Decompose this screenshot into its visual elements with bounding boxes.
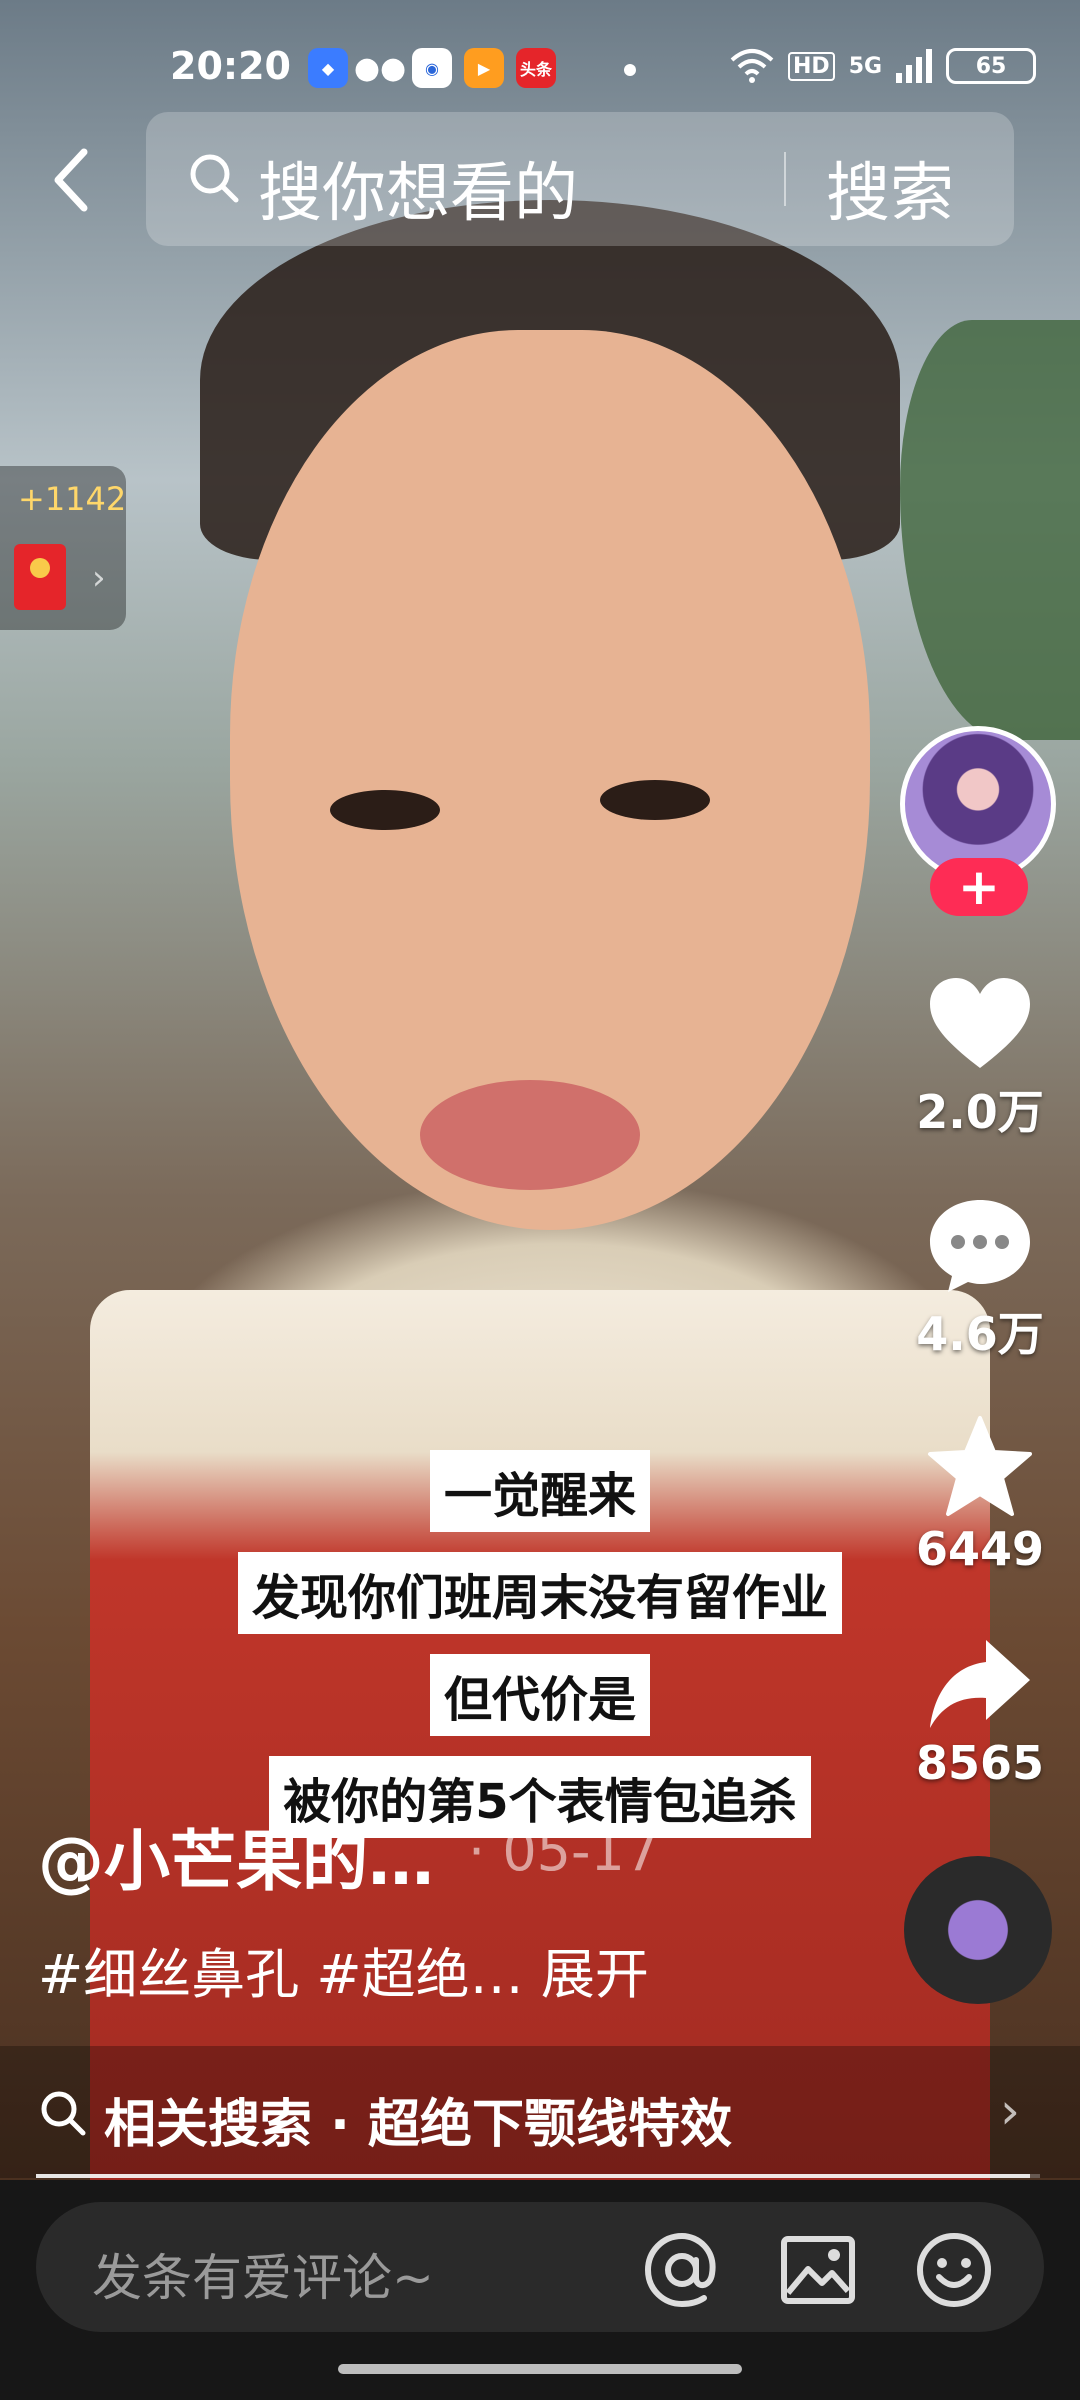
related-search-bar[interactable]: 相关搜索 · 超绝下颚线特效 ›	[0, 2046, 1080, 2178]
comment-button[interactable]: 4.6万	[900, 1196, 1060, 1364]
comment-count: 4.6万	[916, 1307, 1044, 1361]
wifi-icon	[730, 49, 774, 83]
status-app-icons: ◆ ●● ◉ ▶ 头条	[308, 48, 556, 88]
red-envelope-icon	[14, 544, 66, 610]
comment-placeholder: 发条有爱评论~	[92, 2249, 434, 2307]
news-app-icon: ◉	[412, 48, 452, 88]
search-icon	[190, 154, 239, 203]
caption-line: 但代价是	[429, 1654, 650, 1736]
notification-dot-icon	[624, 64, 636, 76]
image-button[interactable]	[778, 2230, 858, 2310]
status-time: 20:20	[170, 44, 291, 88]
status-indicators: HD 5G 65	[730, 48, 1037, 84]
video-eye-right	[600, 780, 710, 820]
like-button[interactable]: 2.0万	[900, 976, 1060, 1142]
video-progress-fill	[36, 2174, 1030, 2178]
emoji-icon	[917, 2233, 991, 2307]
chevron-left-icon	[54, 148, 88, 212]
post-time: · 05-17	[468, 1820, 660, 1883]
back-button[interactable]	[40, 140, 100, 220]
video-caption: 一觉醒来 发现你们班周末没有留作业 但代价是 被你的第5个表情包追杀	[0, 1450, 1080, 1858]
mention-button[interactable]	[642, 2230, 722, 2310]
video-progress-bar[interactable]	[36, 2174, 1040, 2178]
comment-input[interactable]: 发条有爱评论~	[36, 2202, 1044, 2332]
video-eye-left	[330, 790, 440, 830]
post-description[interactable]: #细丝鼻孔 #超绝… 展开	[38, 1930, 649, 2009]
heart-icon	[930, 978, 1030, 1068]
video-lips	[420, 1080, 640, 1190]
red-packet-widget[interactable]: +1142 ›	[0, 466, 126, 630]
chevron-right-icon: ›	[92, 558, 106, 598]
author-name[interactable]: @小芒果的…	[38, 1808, 434, 1904]
video-app-icon: ▶	[464, 48, 504, 88]
battery-icon: 65	[946, 48, 1037, 84]
music-disc-icon[interactable]	[904, 1856, 1052, 2004]
signal-bars-icon	[896, 49, 933, 83]
image-icon	[781, 2236, 855, 2304]
caption-line: 一觉醒来	[429, 1450, 650, 1532]
hd-indicator: HD	[788, 51, 835, 81]
notification-app-icon: ◆	[308, 48, 348, 88]
search-icon	[41, 2091, 86, 2136]
chevron-right-icon: ›	[1000, 2082, 1020, 2140]
home-indicator[interactable]	[338, 2364, 742, 2374]
toutiao-icon: 头条	[516, 48, 556, 88]
related-search-text: 相关搜索 · 超绝下颚线特效	[104, 2095, 732, 2155]
comment-icon	[930, 1200, 1030, 1292]
search-button[interactable]: 搜索	[826, 142, 954, 234]
wechat-icon: ●●	[353, 50, 407, 86]
battery-level: 65	[975, 53, 1007, 79]
like-count: 2.0万	[916, 1085, 1044, 1139]
at-mention-icon	[644, 2232, 716, 2308]
follow-button[interactable]: +	[930, 858, 1028, 916]
search-input[interactable]: 搜你想看的	[258, 142, 578, 234]
red-packet-count: +1142	[18, 480, 127, 518]
signal-5g-label: 5G	[848, 53, 883, 79]
search-bar[interactable]: 搜你想看的 搜索	[146, 112, 1014, 246]
video-plant	[900, 320, 1080, 740]
caption-line: 发现你们班周末没有留作业	[237, 1552, 842, 1634]
search-divider	[784, 152, 786, 206]
emoji-button[interactable]	[914, 2230, 994, 2310]
